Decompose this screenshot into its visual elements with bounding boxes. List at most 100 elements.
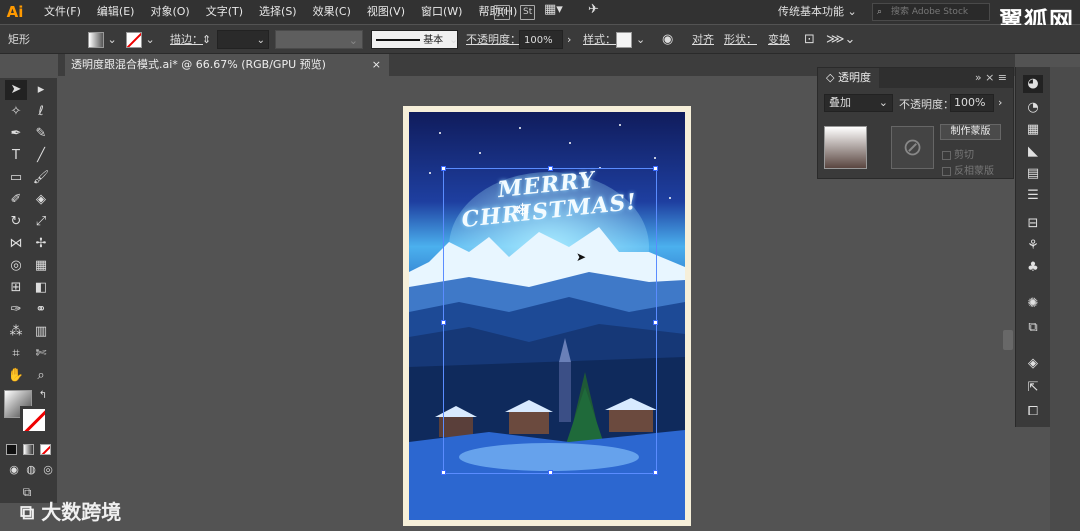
links-icon[interactable]: ⧠ [1023,403,1043,421]
graphic-style-swatch[interactable] [616,30,632,49]
workspace-switcher[interactable]: 传统基本功能 ⌄ [778,0,857,24]
symbol-sprayer-icon[interactable]: ⁂ [5,322,27,342]
shaper-icon[interactable]: ✐ [5,190,27,210]
isolate-group-icon[interactable]: ⊡ [804,30,815,49]
width-icon[interactable]: ⋈ [5,234,27,254]
type-icon[interactable]: T [5,146,27,166]
make-mask-button[interactable]: 制作蒙版 [940,124,1001,140]
resize-handle[interactable] [548,470,553,475]
stroke-color-box[interactable] [20,406,48,434]
document-tab[interactable]: 透明度跟混合模式.ai* @ 66.67% (RGB/GPU 预览) × [65,54,389,76]
stroke-label[interactable]: 描边： [170,30,203,49]
menu-object[interactable]: 对象(O) [142,0,197,24]
resize-handle[interactable] [653,166,658,171]
shape-label[interactable]: 形状： [724,30,757,49]
mesh-icon[interactable]: ⊞ [5,278,27,298]
invert-mask-checkbox[interactable]: 反相蒙版 [942,162,994,177]
none-mode-icon[interactable] [40,444,51,455]
transparency-tab[interactable]: ◇ 透明度 [818,68,879,88]
brush-dropdown-icon[interactable]: ⌄ [449,30,458,49]
resize-handle[interactable] [548,166,553,171]
swatches-icon[interactable]: ▦ [1023,121,1043,139]
arrange-documents-icon[interactable]: ▦▾ [544,2,563,17]
resize-handle[interactable] [441,320,446,325]
align-label[interactable]: 对齐 [692,30,714,49]
opacity-expand-icon[interactable]: › [998,96,1002,109]
graphic-styles-icon[interactable]: ⧉ [1023,319,1043,337]
search-stock-input[interactable]: ⌕ 搜索 Adobe Stock [872,3,990,21]
gpu-performance-icon[interactable]: ✈ [588,2,599,17]
layers-icon[interactable]: ◈ [1023,355,1043,373]
color-icon[interactable]: ◕ [1023,75,1043,93]
menu-type[interactable]: 文字(T) [198,0,251,24]
menu-effect[interactable]: 效果(C) [305,0,359,24]
color-guide-icon[interactable]: ◔ [1023,99,1043,117]
stroke-icon[interactable]: ▤ [1023,165,1043,183]
stroke-weight-input[interactable]: ⌄ [217,30,269,49]
graph-icon[interactable]: ▥ [30,322,52,342]
recolor-artwork-icon[interactable]: ◉ [662,30,673,49]
menu-edit[interactable]: 编辑(E) [89,0,143,24]
eraser-icon[interactable]: ◈ [30,190,52,210]
panel-opacity-input[interactable]: 100% [950,94,994,112]
fill-swatch[interactable]: ⌄ [88,30,117,49]
line-icon[interactable]: ╱ [30,146,52,166]
bridge-button[interactable]: Br [494,5,510,20]
style-dropdown-icon[interactable]: ⌄ [636,30,645,49]
stroke-swatch[interactable]: ⌄ [126,30,155,49]
no-mask-icon[interactable]: ⊘ [891,126,934,169]
resize-handle[interactable] [441,470,446,475]
blend-icon[interactable]: ⚭ [30,300,52,320]
opacity-expand-icon[interactable]: › [567,30,571,49]
zoom-icon[interactable]: ⌕ [30,366,52,386]
scale-icon[interactable]: ⤢ [30,212,52,232]
object-thumbnail[interactable] [824,126,867,169]
hand-icon[interactable]: ✋ [5,366,27,386]
artboard-icon[interactable]: ⌗ [5,344,27,364]
stroke-stepper-icon[interactable]: ⇕ [202,30,211,49]
magic-wand-icon[interactable]: ✧ [5,102,27,122]
opacity-label[interactable]: 不透明度： [466,30,521,49]
pen-icon[interactable]: ✒ [5,124,27,144]
menu-view[interactable]: 视图(V) [359,0,413,24]
brushes-icon[interactable]: ◣ [1023,143,1043,161]
perspective-icon[interactable]: ▦ [30,256,52,276]
menu-file[interactable]: 文件(F) [36,0,89,24]
gradient-mode-icon[interactable] [23,444,34,455]
slice-icon[interactable]: ✄ [30,344,52,364]
appearance-icon[interactable]: ✺ [1023,295,1043,313]
puppet-warp-icon[interactable]: ✢ [30,234,52,254]
resize-handle[interactable] [653,320,658,325]
more-options-icon[interactable]: ⋙⌄ [826,30,855,49]
rotate-icon[interactable]: ↻ [5,212,27,232]
symbols-icon[interactable]: ♣ [1023,259,1043,277]
close-icon[interactable]: × [372,54,381,76]
clip-checkbox[interactable]: 剪切 [942,146,974,161]
canvas-scroll-thumb[interactable] [1003,330,1013,350]
swap-colors-icon[interactable]: ↰ [36,386,50,406]
blend-mode-select[interactable]: 叠加 ⌄ [824,94,893,112]
gradient-icon[interactable]: ◧ [30,278,52,298]
direct-selection-icon[interactable]: ▸ [30,80,52,100]
transform-label[interactable]: 变换 [768,30,790,49]
brush-definition[interactable]: 基本 [371,30,458,49]
paintbrush-icon[interactable]: 🖌 [30,168,52,188]
lasso-icon[interactable]: ℓ [30,102,52,122]
transparency-icon[interactable]: ⊟ [1023,215,1043,233]
shape-builder-icon[interactable]: ◎ [5,256,27,276]
resize-handle[interactable] [441,166,446,171]
collapse-icon[interactable]: » [975,71,982,84]
selection-icon[interactable]: ➤ [5,80,27,100]
eyedropper-icon[interactable]: ✑ [5,300,27,320]
variable-width-profile[interactable]: ⌄ [275,30,363,49]
color-mode-icon[interactable] [6,444,17,455]
panel-menu-icon[interactable]: ≡ [998,71,1007,84]
close-icon[interactable]: × [985,71,994,84]
opacity-input[interactable]: 100% [519,30,563,49]
gradient-panel-icon[interactable]: ☰ [1023,187,1043,205]
rectangle-icon[interactable]: ▭ [5,168,27,188]
draw-inside-icon[interactable]: ◎ [37,460,59,480]
curvature-icon[interactable]: ✎ [30,124,52,144]
menu-select[interactable]: 选择(S) [251,0,305,24]
artboards-icon[interactable]: ⚘ [1023,237,1043,255]
